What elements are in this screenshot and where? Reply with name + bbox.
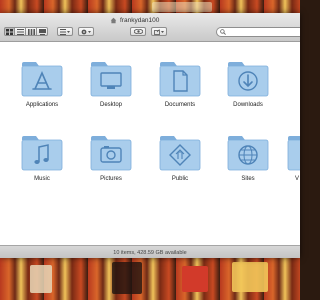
folder-item-public[interactable]: Public [148,134,212,194]
file-grid: Applications Desktop Documents Downloads… [0,42,300,245]
folder-item-videos[interactable]: V [276,134,300,194]
folder-item-sites[interactable]: Sites [216,134,280,194]
home-folder-icon [110,17,117,23]
wallpaper-shape [152,2,212,12]
gear-icon [81,29,91,34]
videos-icon [287,136,300,171]
view-mode-group [4,27,48,36]
applications-icon [21,62,63,97]
folder-item-documents[interactable]: Documents [148,60,212,120]
wallpaper-shape [182,266,208,292]
action-menu-button[interactable] [78,27,94,36]
cover-flow-icon [38,28,46,35]
wallpaper-shape [30,265,52,293]
item-label: V [295,176,300,182]
column-view-button[interactable] [26,27,37,36]
item-label: Sites [241,176,255,182]
item-label: Documents [164,102,196,108]
item-label: Downloads [233,102,263,108]
arrange-icon [60,28,70,35]
desktop-icon [90,62,132,97]
icon-view-button[interactable] [4,27,15,36]
item-label: Desktop [99,102,122,108]
folder-item-applications[interactable]: Applications [10,60,74,120]
item-label: Public [171,176,189,182]
sites-icon [227,136,269,171]
share-button[interactable] [151,27,167,36]
folder-item-music[interactable]: Music [10,134,74,194]
list-view-button[interactable] [15,27,26,36]
folder-item-desktop[interactable]: Desktop [79,60,143,120]
folder-item-pictures[interactable]: Pictures [79,134,143,194]
search-field[interactable] [216,27,300,37]
music-icon [21,136,63,171]
list-view-icon [16,28,24,35]
column-view-icon [27,28,35,35]
status-text: 10 items, 428.59 GB available [113,249,187,256]
downloads-icon [227,62,269,97]
item-label: Applications [25,102,59,108]
window-toolbar[interactable]: frankydan100 [0,13,300,42]
search-input[interactable] [226,29,298,35]
arrange-button[interactable] [57,27,73,36]
cover-flow-view-button[interactable] [37,27,48,36]
item-label: Pictures [100,176,122,182]
icon-view-icon [6,28,13,35]
window-title-text: frankydan100 [120,16,160,24]
eye-icon [133,29,143,34]
wallpaper-shape [232,262,268,292]
public-icon [159,136,201,171]
documents-icon [159,62,201,97]
wallpaper-shape [112,262,142,294]
status-bar: 10 items, 428.59 GB available [0,245,300,258]
folder-item-downloads[interactable]: Downloads [216,60,280,120]
share-icon [154,28,164,35]
quick-look-button[interactable] [130,27,146,36]
finder-window: frankydan100 Applications Desktop Docume… [0,13,300,258]
window-title: frankydan100 [110,15,159,25]
item-label: Music [34,176,50,182]
pictures-icon [90,136,132,171]
